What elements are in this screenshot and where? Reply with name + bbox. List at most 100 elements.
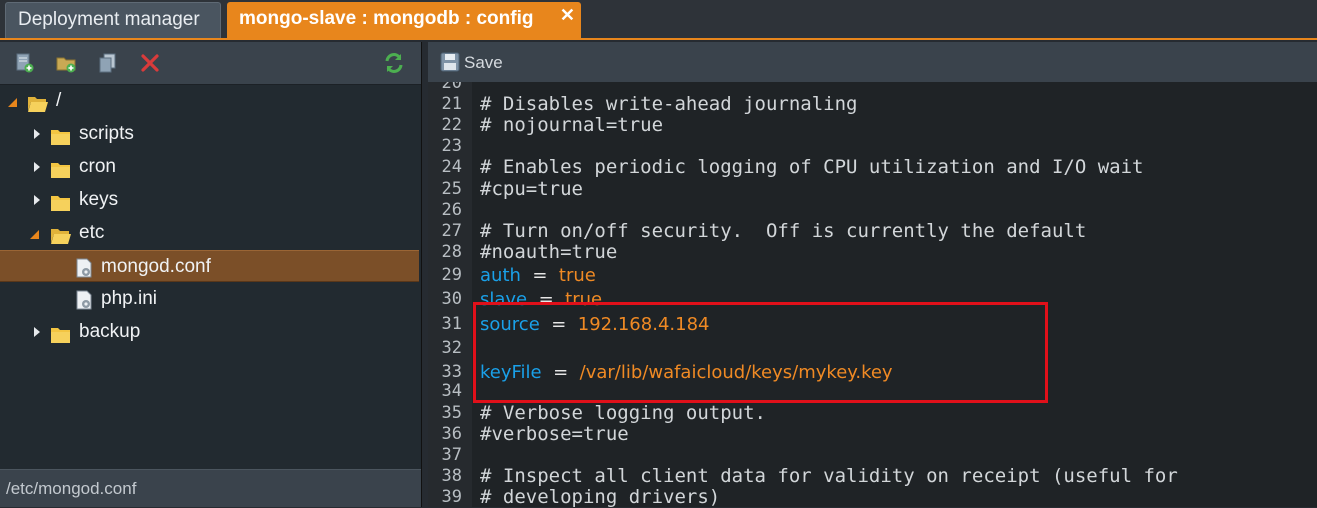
- code-text: # nojournal=true: [480, 114, 664, 137]
- new-folder-icon[interactable]: [55, 52, 77, 74]
- close-icon[interactable]: ✕: [560, 0, 575, 32]
- tab-label: Deployment manager: [18, 9, 200, 30]
- code-text: # Turn on/off security. Off is currently…: [480, 219, 1087, 242]
- setting-value: 192.168.4.184: [577, 313, 710, 335]
- tree-item-label: keys: [79, 189, 119, 210]
- collapsed-arrow-icon[interactable]: [30, 151, 44, 183]
- line-number: 24: [441, 157, 462, 178]
- folder-icon: [50, 323, 70, 343]
- setting-key: slave: [480, 289, 528, 311]
- code-text: # Verbose logging output.: [480, 401, 766, 424]
- line-number: 28: [441, 241, 462, 262]
- setting-value: /var/lib/wafaicloud/keys/mykey.key: [579, 362, 893, 384]
- line-number: 37: [441, 444, 462, 465]
- code-line[interactable]: 31 source = 192.168.4.184: [428, 314, 1317, 335]
- current-path-status: /etc/mongod.conf: [0, 469, 421, 507]
- setting-value: true: [565, 289, 603, 311]
- code-line[interactable]: 30 slave = true: [428, 289, 1317, 310]
- code-line[interactable]: 34: [428, 381, 1317, 402]
- tree-item-php-ini[interactable]: php.ini: [0, 283, 419, 315]
- line-number: 31: [441, 313, 462, 334]
- config-setting: keyFile = /var/lib/wafaicloud/keys/mykey…: [480, 362, 893, 383]
- code-line[interactable]: 26: [428, 200, 1317, 221]
- file-toolbar: [0, 42, 421, 85]
- save-label: Save: [464, 53, 503, 72]
- code-text: # developing drivers): [480, 485, 721, 507]
- code-line[interactable]: 39 # developing drivers): [428, 485, 1317, 507]
- code-line[interactable]: 29 auth = true: [428, 265, 1317, 286]
- tree-item-label: scripts: [79, 123, 134, 144]
- refresh-icon[interactable]: [383, 52, 405, 74]
- editor-panel: Save 20 21 # Disables write-ahead journali…: [428, 42, 1317, 507]
- folder-icon: [50, 125, 70, 145]
- code-line[interactable]: 37: [428, 445, 1317, 466]
- code-line[interactable]: 27 # Turn on/off security. Off is current…: [428, 219, 1317, 242]
- tree-item-etc[interactable]: etc: [0, 217, 419, 249]
- code-text: #verbose=true: [480, 422, 629, 445]
- line-number: 26: [441, 199, 462, 220]
- tree-item-backup[interactable]: backup: [0, 316, 419, 348]
- tree-item-label: php.ini: [101, 288, 157, 309]
- tree-item-root[interactable]: /: [0, 85, 419, 117]
- code-line[interactable]: 33 keyFile = /var/lib/wafaicloud/keys/myk…: [428, 362, 1317, 383]
- collapsed-arrow-icon[interactable]: [30, 184, 44, 216]
- code-line[interactable]: 25 #cpu=true: [428, 177, 1317, 200]
- setting-equals: =: [553, 362, 569, 384]
- code-line[interactable]: 22 # nojournal=true: [428, 115, 1317, 136]
- copy-icon[interactable]: [97, 52, 119, 74]
- code-text: # Enables periodic logging of CPU utiliz…: [480, 156, 1144, 179]
- tree-item-label: /: [56, 90, 62, 111]
- tab-deployment-manager[interactable]: Deployment manager: [5, 2, 221, 38]
- line-number: 22: [441, 115, 462, 136]
- tree-item-scripts[interactable]: scripts: [0, 118, 419, 150]
- expanded-arrow-icon[interactable]: [28, 217, 42, 249]
- line-number: 33: [441, 362, 462, 383]
- collapsed-arrow-icon[interactable]: [30, 316, 44, 348]
- code-line[interactable]: 38 # Inspect all client data for validity…: [428, 465, 1317, 487]
- line-number: 20: [441, 82, 462, 93]
- delete-icon[interactable]: [139, 52, 161, 74]
- folder-icon: [50, 191, 70, 211]
- code-line[interactable]: 21 # Disables write-ahead journaling: [428, 94, 1317, 115]
- tab-config-file[interactable]: mongo-slave : mongodb : config ✕: [227, 2, 581, 38]
- tree-item-label: mongod.conf: [101, 256, 211, 277]
- setting-key: source: [480, 313, 540, 335]
- code-line[interactable]: 23: [428, 136, 1317, 157]
- line-number: 36: [441, 423, 462, 444]
- tree-item-mongod-conf[interactable]: mongod.conf: [0, 250, 419, 282]
- config-setting: auth = true: [480, 265, 596, 286]
- setting-value: true: [558, 264, 596, 286]
- code-line[interactable]: 32: [428, 338, 1317, 359]
- code-editor[interactable]: 20 21 # Disables write-ahead journaling 22 #…: [428, 82, 1317, 507]
- editor-toolbar: Save: [428, 42, 1317, 83]
- code-line[interactable]: 28 #noauth=true: [428, 240, 1317, 263]
- setting-key: keyFile: [480, 362, 542, 384]
- config-setting: slave = true: [480, 289, 602, 310]
- code-text: # Disables write-ahead journaling: [480, 93, 858, 116]
- code-text: #noauth=true: [480, 240, 618, 263]
- tree-item-cron[interactable]: cron: [0, 151, 419, 183]
- code-line[interactable]: 35 # Verbose logging output.: [428, 401, 1317, 424]
- open-folder-icon: [27, 92, 48, 112]
- code-line[interactable]: 24 # Enables periodic logging of CPU util…: [428, 157, 1317, 178]
- tree-item-label: cron: [79, 156, 116, 177]
- line-number: 21: [441, 94, 462, 115]
- expanded-arrow-icon[interactable]: [6, 85, 20, 117]
- code-text: #cpu=true: [480, 177, 583, 200]
- line-number: 27: [441, 220, 462, 241]
- open-folder-icon: [50, 224, 71, 244]
- tree-item-label: etc: [79, 222, 105, 243]
- setting-key: auth: [480, 264, 521, 286]
- line-number: 29: [441, 264, 462, 285]
- save-icon: [440, 52, 460, 72]
- tab-label: mongo-slave : mongodb : config: [239, 8, 534, 29]
- line-number: 32: [441, 337, 462, 358]
- tree-item-keys[interactable]: keys: [0, 184, 419, 216]
- config-setting: source = 192.168.4.184: [480, 314, 709, 335]
- new-file-icon[interactable]: [13, 52, 35, 74]
- line-number: 34: [441, 381, 462, 402]
- line-number: 39: [441, 486, 462, 507]
- collapsed-arrow-icon[interactable]: [30, 118, 44, 150]
- code-line[interactable]: 36 #verbose=true: [428, 422, 1317, 445]
- config-file-icon: [74, 257, 94, 278]
